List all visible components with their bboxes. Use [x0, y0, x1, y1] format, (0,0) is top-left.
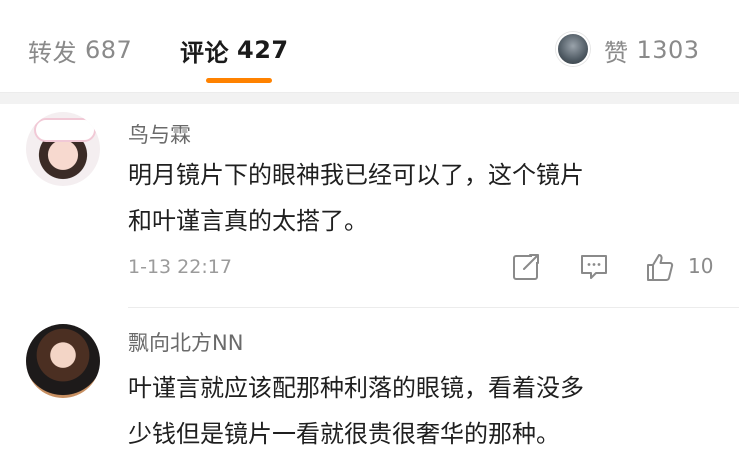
tab-comments[interactable]: 评论 427 [180, 30, 289, 70]
comment-text-line: 少钱但是镜片一看就很贵很奢华的那种。 [128, 420, 560, 448]
tab-reposts-count: 687 [85, 36, 133, 64]
active-tab-indicator [206, 78, 272, 83]
comment-timestamp: 1-13 22:17 [128, 256, 232, 278]
comment-icon[interactable] [578, 251, 610, 283]
tab-comments-label: 评论 [180, 38, 229, 67]
avatar[interactable] [26, 324, 100, 398]
tab-reposts[interactable]: 转发 687 [28, 30, 132, 70]
comment-username[interactable]: 鸟与霖 [128, 119, 191, 149]
comment-text-line: 和叶谨言真的太搭了。 [128, 207, 368, 235]
tab-likes-label: 赞 [604, 38, 629, 67]
thumbs-up-icon[interactable] [644, 251, 676, 283]
section-separator [0, 92, 739, 104]
stats-bar: 转发 687 评论 427 赞 1303 [0, 0, 739, 92]
comment-item: 鸟与霖 明月镜片下的眼神我已经可以了，这个镜片 和叶谨言真的太搭了。 1-13 … [0, 104, 739, 308]
comment-text-line: 明月镜片下的眼神我已经可以了，这个镜片 [128, 161, 584, 189]
repost-icon[interactable] [510, 251, 542, 283]
comment-item: 飘向北方NN 叶谨言就应该配那种利落的眼镜，看着没多 少钱但是镜片一看就很贵很奢… [0, 308, 739, 467]
comment-text: 明月镜片下的眼神我已经可以了，这个镜片 和叶谨言真的太搭了。 [128, 152, 713, 244]
tab-likes-count: 1303 [636, 36, 700, 64]
avatar[interactable] [26, 112, 100, 186]
comment-text-line: 叶谨言就应该配那种利落的眼镜，看着没多 [128, 374, 584, 402]
comment-text: 叶谨言就应该配那种利落的眼镜，看着没多 少钱但是镜片一看就很贵很奢华的那种。 [128, 365, 713, 457]
tab-likes[interactable]: 赞 1303 [604, 30, 700, 70]
liker-avatar[interactable] [556, 32, 590, 66]
tab-comments-count: 427 [237, 36, 289, 64]
tab-reposts-label: 转发 [28, 38, 77, 67]
like-count: 10 [688, 254, 714, 278]
comment-username[interactable]: 飘向北方NN [128, 327, 243, 357]
